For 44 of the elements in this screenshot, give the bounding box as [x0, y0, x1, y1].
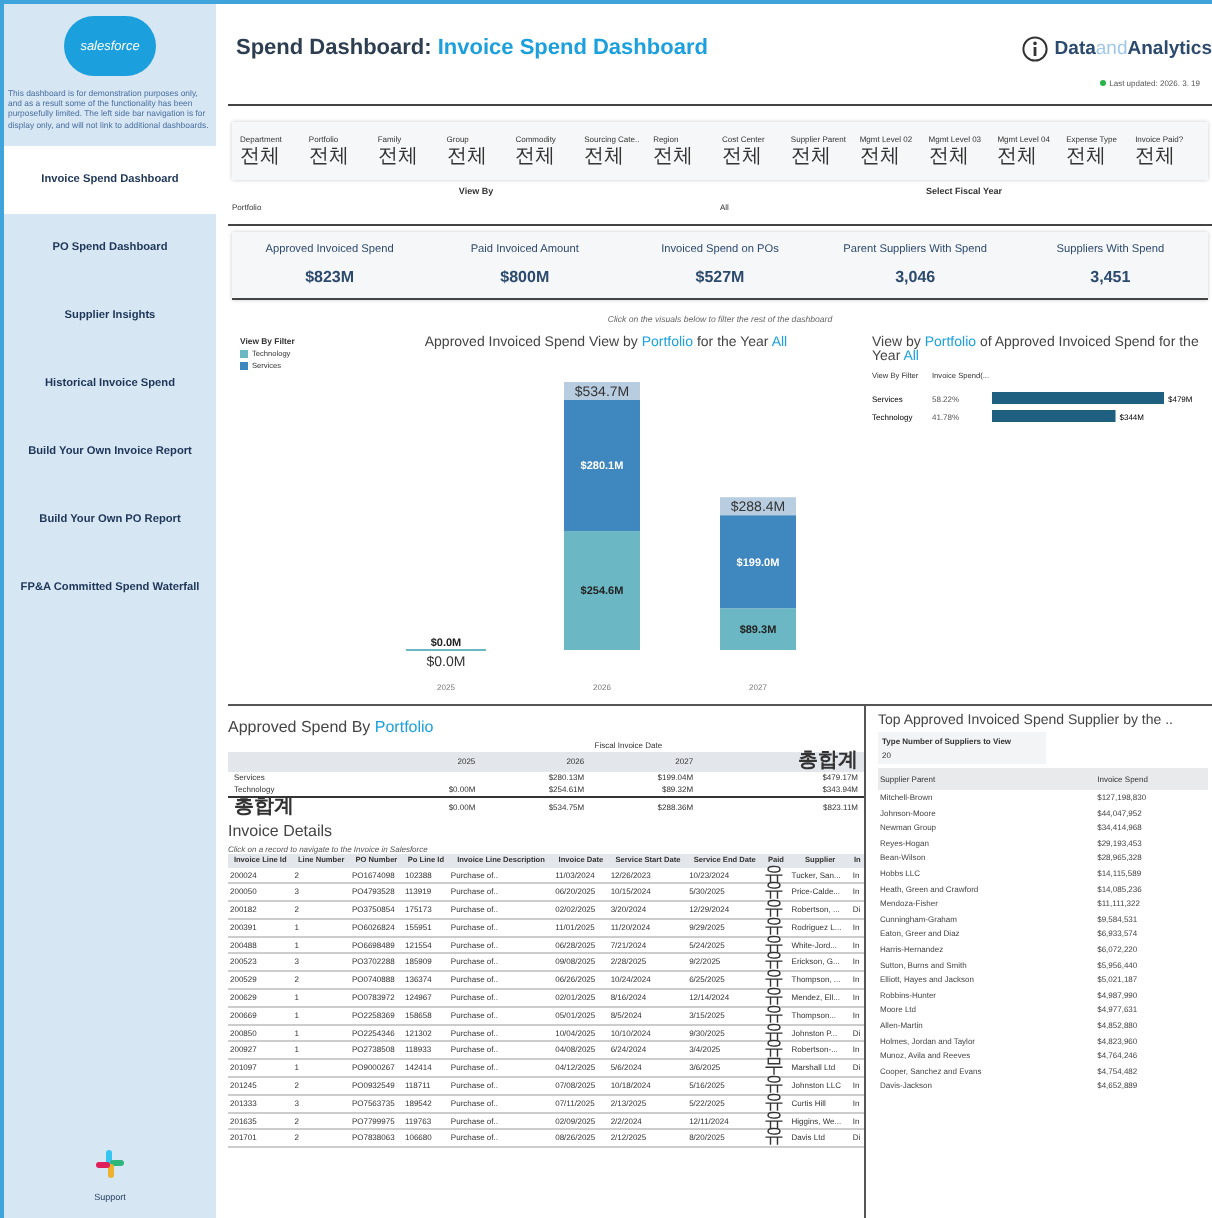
filter-dropdown[interactable]: 전체: [515, 146, 581, 168]
table-cell[interactable]: 유: [762, 901, 790, 919]
table-cell[interactable]: 유: [762, 989, 790, 1007]
status-dot-icon: [1099, 80, 1106, 86]
brand-logo: DataandAnalytics: [1054, 38, 1212, 60]
dashboard-title: Spend Dashboard: Invoice Spend Dashboard: [236, 36, 708, 64]
table-cell[interactable]: 유: [762, 918, 790, 937]
kpi-value: 3,046: [895, 268, 936, 286]
kpi-value: $800M: [500, 268, 550, 286]
filter-dropdown[interactable]: 전체: [446, 146, 512, 168]
table-cell[interactable]: 유: [762, 1006, 790, 1025]
table-cell[interactable]: 유: [762, 883, 790, 902]
filter-dropdown[interactable]: 전체: [653, 146, 718, 168]
section-title: Approved Spend By Portfolio: [228, 716, 436, 740]
kpi-value: $823M: [305, 268, 355, 286]
kpi-value: $527M: [695, 268, 745, 286]
table-cell[interactable]: 유: [762, 1024, 790, 1042]
table-cell[interactable]: 유: [762, 1112, 790, 1130]
table-cell[interactable]: 유: [762, 1094, 790, 1113]
table-cell[interactable]: 유: [762, 1077, 790, 1095]
filter-dropdown[interactable]: 전체: [928, 146, 994, 168]
column-header: 총합계: [699, 752, 864, 772]
filter-dropdown[interactable]: 전체: [790, 146, 856, 168]
section-title: Invoice Details: [228, 820, 335, 844]
table-cell[interactable]: 유: [762, 867, 790, 884]
row-label: 총합계: [228, 797, 393, 818]
filter-dropdown[interactable]: 전체: [721, 146, 787, 168]
table-cell[interactable]: 유: [762, 1041, 790, 1060]
filter-dropdown[interactable]: 전체: [308, 146, 374, 168]
kpi-value: 3,451: [1090, 268, 1131, 286]
table-cell[interactable]: 유: [762, 936, 790, 954]
filter-dropdown[interactable]: 전체: [859, 146, 925, 168]
table-cell[interactable]: 유: [762, 953, 790, 972]
table-cell[interactable]: 유: [762, 1129, 790, 1148]
filter-dropdown[interactable]: 전체: [240, 146, 305, 168]
filter-dropdown[interactable]: 전체: [1135, 146, 1200, 168]
filter-dropdown[interactable]: 전체: [584, 146, 650, 168]
filter-dropdown[interactable]: 전체: [1066, 146, 1132, 168]
filter-dropdown[interactable]: 전체: [377, 146, 443, 168]
table-cell[interactable]: 유: [762, 971, 790, 990]
slack-icon[interactable]: [94, 1148, 126, 1180]
filter-dropdown[interactable]: 전체: [997, 146, 1063, 168]
info-icon[interactable]: [1022, 36, 1049, 62]
table-cell[interactable]: 무: [762, 1059, 790, 1078]
